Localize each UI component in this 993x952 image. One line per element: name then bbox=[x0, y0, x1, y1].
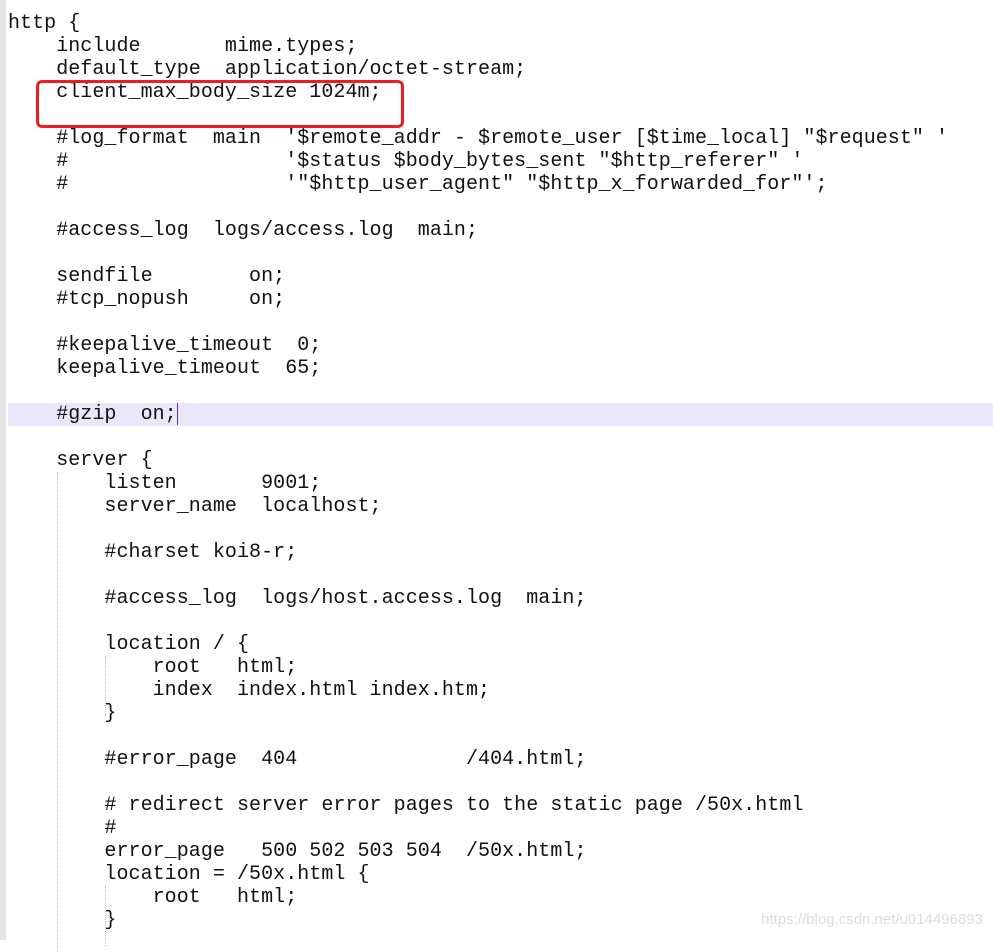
code-line[interactable]: http { bbox=[8, 12, 993, 35]
code-line-text: #log_format main '$remote_addr - $remote… bbox=[8, 127, 949, 150]
editor-gutter bbox=[0, 0, 6, 940]
code-line[interactable]: default_type application/octet-stream; bbox=[8, 58, 993, 81]
code-line[interactable]: #tcp_nopush on; bbox=[8, 288, 993, 311]
code-line-text: root html; bbox=[8, 656, 298, 679]
code-line[interactable]: server_name localhost; bbox=[8, 495, 993, 518]
code-line[interactable] bbox=[8, 610, 993, 633]
annotation-highlight-box bbox=[36, 80, 404, 128]
watermark: https://blog.csdn.net/u014496893 bbox=[761, 911, 983, 928]
code-line[interactable] bbox=[8, 426, 993, 449]
code-line-text: error_page 500 502 503 504 /50x.html; bbox=[8, 840, 587, 863]
code-line[interactable]: error_page 500 502 503 504 /50x.html; bbox=[8, 840, 993, 863]
current-code-line[interactable]: #gzip on; bbox=[8, 403, 993, 426]
code-line-text: # bbox=[8, 817, 117, 840]
code-line-text: location = /50x.html { bbox=[8, 863, 370, 886]
code-line-text: server_name localhost; bbox=[8, 495, 382, 518]
code-line[interactable]: index index.html index.htm; bbox=[8, 679, 993, 702]
code-line-text: } bbox=[8, 909, 117, 932]
code-line[interactable] bbox=[8, 725, 993, 748]
code-line[interactable]: #log_format main '$remote_addr - $remote… bbox=[8, 127, 993, 150]
code-line[interactable]: server { bbox=[8, 449, 993, 472]
code-line[interactable]: #access_log logs/access.log main; bbox=[8, 219, 993, 242]
code-line[interactable]: location = /50x.html { bbox=[8, 863, 993, 886]
code-line[interactable]: } bbox=[8, 702, 993, 725]
code-line-text: #gzip on; bbox=[8, 403, 177, 426]
code-line[interactable]: #access_log logs/host.access.log main; bbox=[8, 587, 993, 610]
code-line-text: sendfile on; bbox=[8, 265, 286, 288]
code-line-text: default_type application/octet-stream; bbox=[8, 58, 527, 81]
code-line[interactable] bbox=[8, 196, 993, 219]
code-line-text: # '"$http_user_agent" "$http_x_forwarded… bbox=[8, 173, 828, 196]
code-line-text: #access_log logs/host.access.log main; bbox=[8, 587, 587, 610]
code-line[interactable] bbox=[8, 311, 993, 334]
code-line[interactable]: #error_page 404 /404.html; bbox=[8, 748, 993, 771]
code-line[interactable]: #charset koi8-r; bbox=[8, 541, 993, 564]
code-line[interactable] bbox=[8, 242, 993, 265]
code-line[interactable]: # '$status $body_bytes_sent "$http_refer… bbox=[8, 150, 993, 173]
code-line-text: } bbox=[8, 702, 117, 725]
code-line[interactable]: #keepalive_timeout 0; bbox=[8, 334, 993, 357]
code-line[interactable]: listen 9001; bbox=[8, 472, 993, 495]
code-line[interactable]: # redirect server error pages to the sta… bbox=[8, 794, 993, 817]
code-line[interactable] bbox=[8, 518, 993, 541]
code-line[interactable]: include mime.types; bbox=[8, 35, 993, 58]
code-line-text: index index.html index.htm; bbox=[8, 679, 491, 702]
code-line[interactable]: # '"$http_user_agent" "$http_x_forwarded… bbox=[8, 173, 993, 196]
code-line[interactable]: sendfile on; bbox=[8, 265, 993, 288]
code-line[interactable] bbox=[8, 564, 993, 587]
code-line[interactable]: root html; bbox=[8, 886, 993, 909]
code-editor[interactable]: http { include mime.types; default_type … bbox=[8, 12, 993, 952]
code-line-text: #error_page 404 /404.html; bbox=[8, 748, 587, 771]
text-cursor bbox=[176, 403, 178, 425]
code-line[interactable]: # bbox=[8, 817, 993, 840]
code-line-text: #tcp_nopush on; bbox=[8, 288, 286, 311]
code-line[interactable] bbox=[8, 771, 993, 794]
code-line[interactable]: location / { bbox=[8, 633, 993, 656]
code-line-text: root html; bbox=[8, 886, 298, 909]
code-line-text: listen 9001; bbox=[8, 472, 322, 495]
code-line-text: server { bbox=[8, 449, 153, 472]
code-line-text: keepalive_timeout 65; bbox=[8, 357, 322, 380]
code-line-text: include mime.types; bbox=[8, 35, 358, 58]
code-line-text: #charset koi8-r; bbox=[8, 541, 298, 564]
code-line[interactable]: root html; bbox=[8, 656, 993, 679]
code-line-text: #access_log logs/access.log main; bbox=[8, 219, 479, 242]
code-line-text: #keepalive_timeout 0; bbox=[8, 334, 322, 357]
code-line-text: # '$status $body_bytes_sent "$http_refer… bbox=[8, 150, 804, 173]
code-line-text: # redirect server error pages to the sta… bbox=[8, 794, 804, 817]
code-line-text: http { bbox=[8, 12, 81, 35]
code-line[interactable] bbox=[8, 380, 993, 403]
code-line-text: location / { bbox=[8, 633, 250, 656]
code-line[interactable]: keepalive_timeout 65; bbox=[8, 357, 993, 380]
